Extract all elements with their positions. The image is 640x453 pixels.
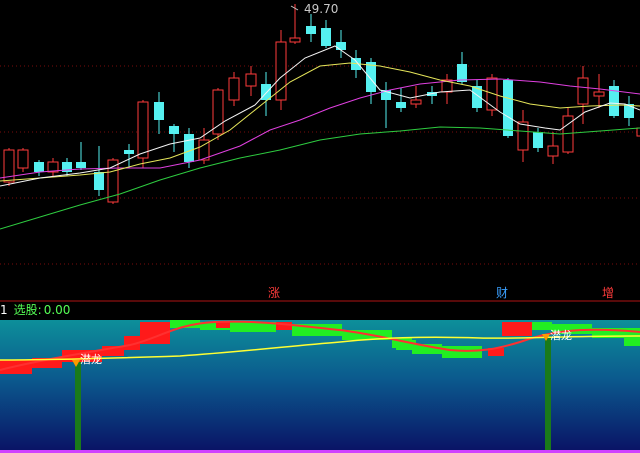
candle-body[interactable] — [366, 62, 376, 92]
candle-body[interactable] — [169, 126, 179, 134]
candle-body[interactable] — [184, 134, 194, 162]
stock-chart-canvas[interactable] — [0, 0, 640, 453]
event-tag-zeng[interactable]: 增 — [602, 286, 614, 300]
candle-body[interactable] — [275, 41, 287, 101]
candle-body[interactable] — [306, 26, 316, 34]
candle-body[interactable] — [410, 99, 422, 105]
candle-body[interactable] — [124, 150, 134, 154]
select-value: 0.00 — [43, 303, 71, 317]
indicator-block — [624, 338, 640, 346]
indicator-title: 1 选股: 0.00 — [0, 303, 70, 317]
candle-body[interactable] — [17, 149, 29, 169]
candle-body[interactable] — [212, 89, 224, 135]
event-tag-zhang[interactable]: 涨 — [268, 286, 280, 300]
candle-body[interactable] — [76, 162, 86, 168]
indicator-block — [442, 346, 482, 358]
signal-bar-2 — [545, 338, 551, 450]
high-price-label: 49.70 — [304, 2, 339, 16]
event-tag-cai[interactable]: 财 — [496, 286, 508, 300]
candlestick-series[interactable] — [3, 4, 640, 204]
candle-body[interactable] — [396, 102, 406, 108]
price-grid — [0, 65, 640, 265]
candle-body[interactable] — [34, 162, 44, 172]
ma5-line — [0, 45, 640, 187]
indicator-block — [532, 322, 552, 330]
ma20-line — [0, 78, 640, 179]
signal-bar-1 — [75, 362, 81, 450]
candle-body[interactable] — [457, 64, 467, 82]
signal-marker-1-label: 潜龙 — [80, 353, 102, 366]
candle-body[interactable] — [547, 145, 559, 157]
indicator-background — [0, 320, 640, 450]
candle-body[interactable] — [593, 91, 605, 97]
ma10-line — [0, 62, 640, 182]
candle-body[interactable] — [137, 101, 149, 159]
candle-body[interactable] — [517, 121, 529, 151]
candle-body[interactable] — [321, 28, 331, 46]
signal-marker-2-label: 潜龙 — [550, 329, 572, 342]
candle-body[interactable] — [533, 132, 543, 148]
candle-body[interactable] — [94, 172, 104, 190]
indicator-name-suffix: 1 — [0, 303, 8, 317]
indicator-block — [502, 322, 532, 336]
candle-body[interactable] — [289, 37, 301, 43]
indicator-block — [216, 322, 230, 328]
candle-body[interactable] — [577, 77, 589, 105]
select-label: 选股: — [13, 303, 42, 317]
candle-body[interactable] — [245, 73, 257, 87]
candle-body[interactable] — [228, 77, 240, 101]
candle-body[interactable] — [503, 80, 513, 136]
candle-body[interactable] — [154, 102, 164, 120]
candle-body[interactable] — [336, 42, 346, 50]
